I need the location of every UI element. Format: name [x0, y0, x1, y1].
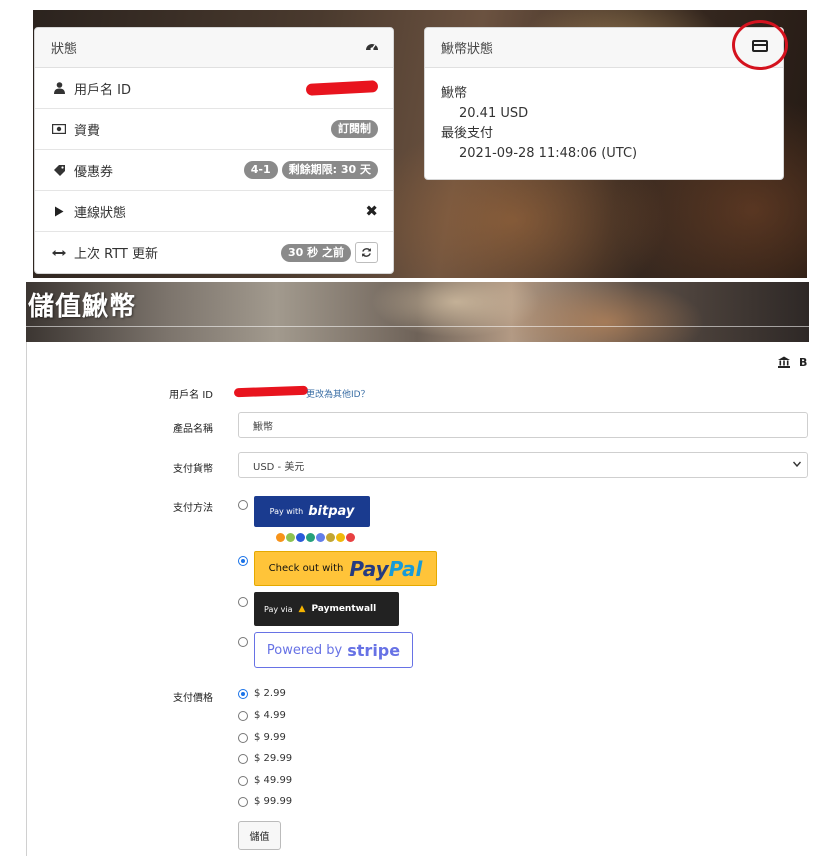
paypal-logo-pal: Pal	[388, 556, 423, 581]
money-icon	[52, 124, 66, 134]
recharge-submit-button[interactable]: 儲值	[238, 821, 281, 850]
paypal-logo-pay: Pay	[349, 556, 389, 581]
price-option-label: $ 99.99	[254, 796, 293, 807]
paypal-logo: PayPal	[349, 557, 422, 581]
user-icon	[52, 82, 66, 94]
recharge-title: 儲值鰍幣	[28, 292, 137, 322]
stripe-logo: stripe	[347, 640, 401, 660]
price-option-label: $ 4.99	[254, 710, 286, 721]
tachometer-icon	[365, 40, 379, 56]
paypal-prefix: Check out with	[268, 563, 344, 574]
radio-stripe[interactable]	[238, 637, 248, 647]
radio-price-9-99[interactable]	[238, 733, 248, 743]
chevron-down-icon	[792, 460, 802, 470]
status-card-title: 狀態	[51, 42, 78, 57]
banner-divider	[26, 326, 809, 327]
payment-method-label: 支付方法	[173, 503, 213, 514]
plan-label: 資費	[74, 123, 101, 139]
bitpay-prefix: Pay with	[269, 507, 304, 516]
coupon-label: 優惠券	[74, 164, 114, 180]
bank-icon[interactable]	[778, 356, 790, 371]
currency-card-title: 鰍幣狀態	[441, 42, 494, 57]
refresh-button[interactable]	[355, 242, 378, 263]
crypto-coins-icons	[276, 533, 355, 542]
radio-price-2-99[interactable]	[238, 689, 248, 699]
coupon-code-badge: 4-1	[243, 161, 278, 179]
paymentwall-prefix: Pay via	[264, 604, 293, 614]
paymentwall-button[interactable]: Pay via ▲ Paymentwall	[254, 592, 399, 626]
product-name-field[interactable]: 鰍幣	[238, 412, 808, 438]
price-option-label: $ 9.99	[254, 732, 286, 743]
bitcoin-icon[interactable]: B	[799, 356, 807, 369]
radio-price-49-99[interactable]	[238, 776, 248, 786]
price-label: 支付價格	[173, 693, 213, 704]
bitpay-button[interactable]: Pay with bitpay	[254, 496, 370, 527]
change-id-link[interactable]: 更改為其他ID？	[306, 387, 370, 400]
last-payment-value: 2021-09-28 11:48:06 (UTC)	[459, 146, 638, 161]
coin-icon	[276, 533, 285, 542]
redacted-user-id	[305, 80, 379, 96]
currency-label: 支付貨幣	[173, 464, 213, 475]
status-row-user-id: 用戶名 ID	[35, 68, 393, 109]
status-row-coupon: 優惠券 4-1 剩餘期限: 30 天	[35, 150, 393, 191]
status-row-connection: 連線狀態 ✖	[35, 191, 393, 232]
rtt-label: 上次 RTT 更新	[74, 247, 159, 262]
coin-icon	[306, 533, 315, 542]
recharge-banner: 儲值鰍幣	[26, 282, 809, 342]
play-icon	[52, 206, 66, 217]
tag-icon	[52, 164, 66, 177]
radio-price-4-99[interactable]	[238, 711, 248, 721]
coin-icon	[326, 533, 335, 542]
paypal-button[interactable]: Check out with PayPal	[254, 551, 437, 586]
radio-paymentwall[interactable]	[238, 597, 248, 607]
refresh-icon	[362, 248, 371, 257]
balance-value: 20.41 USD	[459, 106, 529, 121]
balance-label: 鰍幣	[441, 86, 468, 101]
status-row-rtt: 上次 RTT 更新 30 秒 之前	[35, 232, 393, 273]
status-card: 狀態 用戶名 ID 資費 訂閱制 優惠券 4-1 剩餘期限: 30 天 連線狀態…	[34, 27, 394, 274]
credit-card-icon[interactable]	[752, 40, 768, 52]
bitpay-logo: bitpay	[308, 504, 355, 519]
price-option-label: $ 2.99	[254, 688, 286, 699]
coin-icon	[336, 533, 345, 542]
price-option-label: $ 49.99	[254, 775, 293, 786]
paymentwall-logo-icon: ▲	[298, 604, 306, 614]
stripe-button[interactable]: Powered by stripe	[254, 632, 413, 668]
currency-select-value: USD - 美元	[253, 461, 305, 473]
currency-select[interactable]: USD - 美元	[238, 452, 808, 478]
radio-price-29-99[interactable]	[238, 754, 248, 764]
coin-icon	[316, 533, 325, 542]
paymentwall-logo: Paymentwall	[311, 604, 377, 614]
currency-card: 鰍幣狀態 鰍幣 20.41 USD 最後支付 2021-09-28 11:48:…	[424, 27, 784, 180]
product-name-value: 鰍幣	[253, 421, 273, 433]
close-icon: ✖	[365, 202, 378, 220]
status-card-header: 狀態	[35, 28, 393, 68]
coin-icon	[286, 533, 295, 542]
currency-card-header: 鰍幣狀態	[425, 28, 783, 68]
radio-paypal[interactable]	[238, 556, 248, 566]
user-id-form-label: 用戶名 ID	[169, 390, 213, 401]
coupon-expiry-badge: 剩餘期限: 30 天	[281, 161, 378, 179]
coin-icon	[346, 533, 355, 542]
stripe-prefix: Powered by	[266, 642, 343, 658]
arrows-h-icon	[52, 249, 66, 257]
price-option-label: $ 29.99	[254, 753, 293, 764]
connection-label: 連線狀態	[74, 205, 127, 221]
status-row-plan: 資費 訂閱制	[35, 109, 393, 150]
coin-icon	[296, 533, 305, 542]
radio-price-99-99[interactable]	[238, 797, 248, 807]
plan-badge: 訂閱制	[331, 120, 378, 138]
user-id-label: 用戶名 ID	[74, 82, 131, 98]
radio-bitpay[interactable]	[238, 500, 248, 510]
rtt-time-badge: 30 秒 之前	[281, 243, 351, 262]
product-name-label: 產品名稱	[173, 424, 213, 435]
last-payment-label: 最後支付	[441, 126, 494, 141]
currency-card-body: 鰍幣 20.41 USD 最後支付 2021-09-28 11:48:06 (U…	[425, 68, 783, 180]
